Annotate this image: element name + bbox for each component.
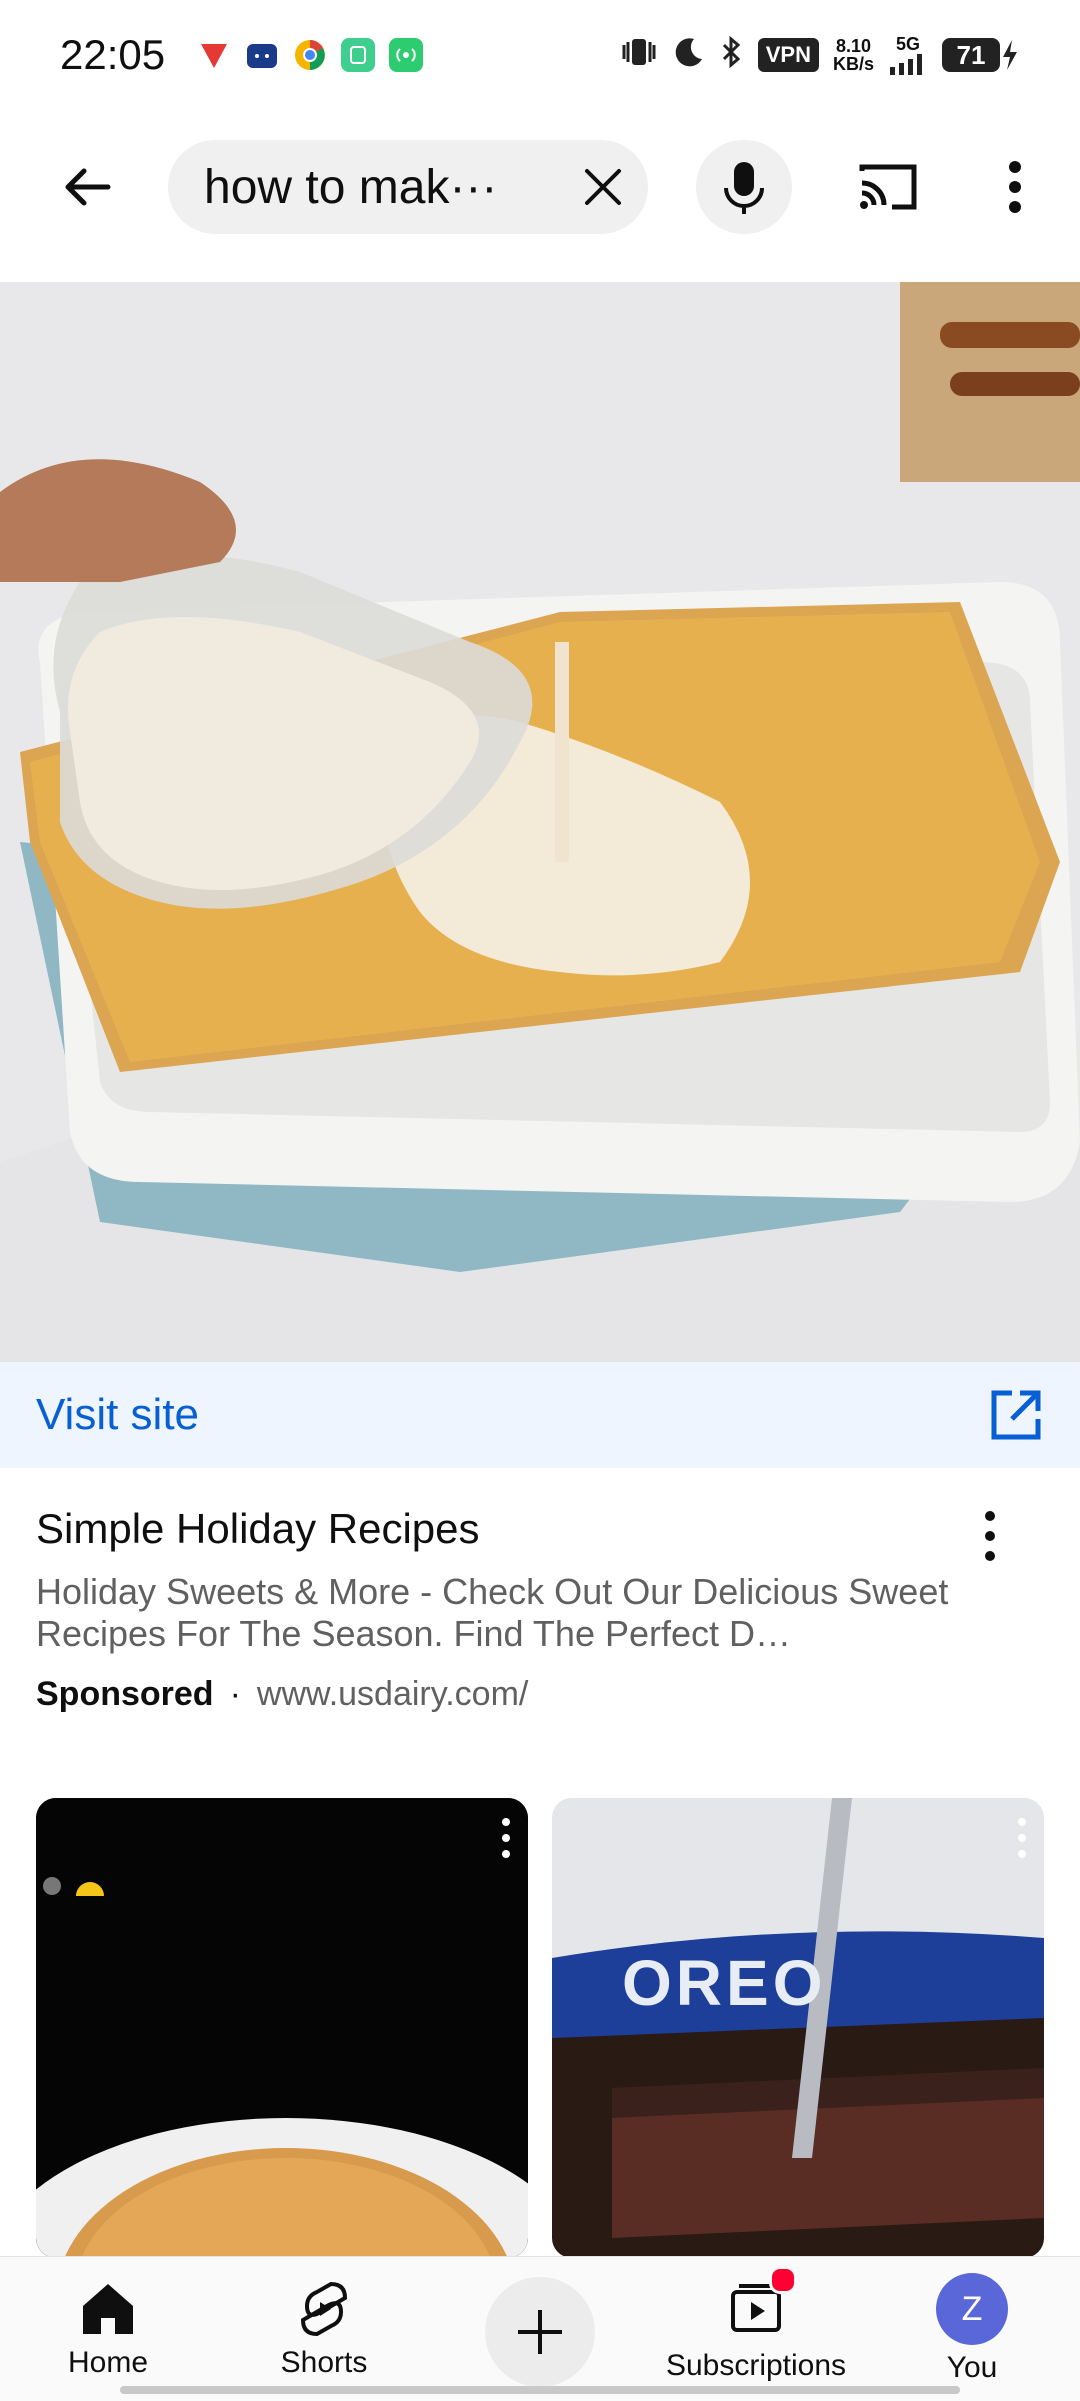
chrome-icon bbox=[293, 38, 327, 72]
nav-home-label: Home bbox=[67, 2346, 149, 2379]
more-vertical-icon bbox=[502, 1818, 510, 1858]
cellular-signal: 5G bbox=[888, 35, 928, 75]
more-vertical-icon bbox=[1018, 1818, 1026, 1858]
notification-app-icon bbox=[197, 38, 231, 72]
cast-icon bbox=[859, 164, 917, 210]
signal-bars-icon bbox=[890, 54, 922, 75]
network-type: 5G bbox=[895, 34, 920, 54]
status-right: VPN 8.10 KB/s 5G 71 bbox=[620, 35, 1020, 76]
status-bar: 22:05 VPN 8.10 KB/s 5G 71 bbox=[0, 0, 1080, 110]
subscriptions-icon-wrap bbox=[725, 2265, 797, 2343]
nav-subscriptions-label: Subscriptions bbox=[665, 2348, 847, 2382]
do-not-disturb-moon-icon bbox=[672, 35, 706, 76]
gesture-bar bbox=[120, 2386, 960, 2394]
visit-site-bar[interactable]: Visit site bbox=[0, 1362, 1080, 1468]
nav-subscriptions[interactable]: Subscriptions bbox=[656, 2257, 856, 2401]
network-speed-unit: KB/s bbox=[832, 54, 874, 74]
nav-you-label: You bbox=[946, 2351, 998, 2384]
charging-bolt-icon bbox=[1003, 40, 1017, 70]
ad-menu-button[interactable] bbox=[980, 1510, 1000, 1567]
ad-info[interactable]: Simple Holiday Recipes Holiday Sweets & … bbox=[36, 1505, 996, 1714]
network-speed-value: 8.10 bbox=[835, 36, 872, 56]
avatar: Z bbox=[936, 2273, 1008, 2345]
ad-url[interactable]: www.usdairy.com/ bbox=[257, 1675, 528, 1714]
search-query: how to mak··· bbox=[204, 160, 498, 214]
clock: 22:05 bbox=[60, 31, 166, 78]
cast-button[interactable] bbox=[840, 140, 936, 234]
more-vertical-icon bbox=[985, 1511, 995, 1561]
battery-indicator: 71 bbox=[942, 38, 1020, 72]
microphone-icon bbox=[724, 162, 764, 214]
network-speed: 8.10 KB/s bbox=[833, 37, 874, 73]
notification-dot bbox=[769, 2265, 797, 2294]
more-options-button[interactable] bbox=[980, 140, 1050, 234]
back-arrow-icon bbox=[65, 168, 111, 206]
short-1-menu-button[interactable] bbox=[500, 1816, 512, 1865]
shorts-icon bbox=[300, 2281, 348, 2337]
clear-search-button[interactable] bbox=[560, 144, 646, 230]
ad-description: Holiday Sweets & More - Check Out Our De… bbox=[36, 1571, 949, 1654]
voice-search-button[interactable] bbox=[696, 140, 792, 234]
search-header: how to mak··· bbox=[0, 130, 1080, 240]
notification-green-app-icon bbox=[341, 38, 376, 72]
nav-you[interactable]: Z You bbox=[872, 2257, 1072, 2401]
nav-shorts-label: Shorts bbox=[280, 2346, 368, 2379]
ad-title: Simple Holiday Recipes bbox=[36, 1505, 480, 1552]
short-video-1[interactable] bbox=[36, 1798, 528, 2258]
home-icon bbox=[83, 2284, 133, 2334]
plus-icon bbox=[518, 2310, 562, 2354]
battery-level: 71 bbox=[942, 38, 1000, 72]
short-2-menu-button[interactable] bbox=[1016, 1816, 1028, 1865]
bluetooth-icon bbox=[720, 35, 744, 76]
more-vertical-icon bbox=[1009, 161, 1021, 213]
vpn-badge: VPN bbox=[757, 38, 819, 72]
nav-home[interactable]: Home bbox=[8, 2257, 208, 2401]
short-video-2[interactable]: OREO bbox=[552, 1798, 1044, 2258]
vibrate-icon bbox=[620, 35, 658, 76]
meta-separator: · bbox=[229, 1675, 241, 1713]
ad-meta: Sponsored · www.usdairy.com/ bbox=[36, 1675, 996, 1714]
create-button[interactable] bbox=[485, 2277, 595, 2387]
short-2-brand-text: OREO bbox=[622, 1947, 827, 2019]
back-button[interactable] bbox=[40, 140, 136, 234]
ad-image[interactable] bbox=[0, 282, 1080, 1362]
visit-site-link[interactable]: Visit site bbox=[36, 1390, 199, 1440]
sponsored-label: Sponsored bbox=[36, 1675, 214, 1713]
bottom-navigation: Home Shorts Subscriptions Z You bbox=[0, 2256, 1080, 2401]
status-left: 22:05 bbox=[60, 31, 424, 79]
external-link-icon bbox=[991, 1390, 1041, 1440]
close-icon bbox=[585, 169, 621, 205]
notification-cat-icon bbox=[245, 38, 279, 72]
hotspot-icon bbox=[389, 38, 424, 72]
nav-shorts[interactable]: Shorts bbox=[224, 2257, 424, 2401]
